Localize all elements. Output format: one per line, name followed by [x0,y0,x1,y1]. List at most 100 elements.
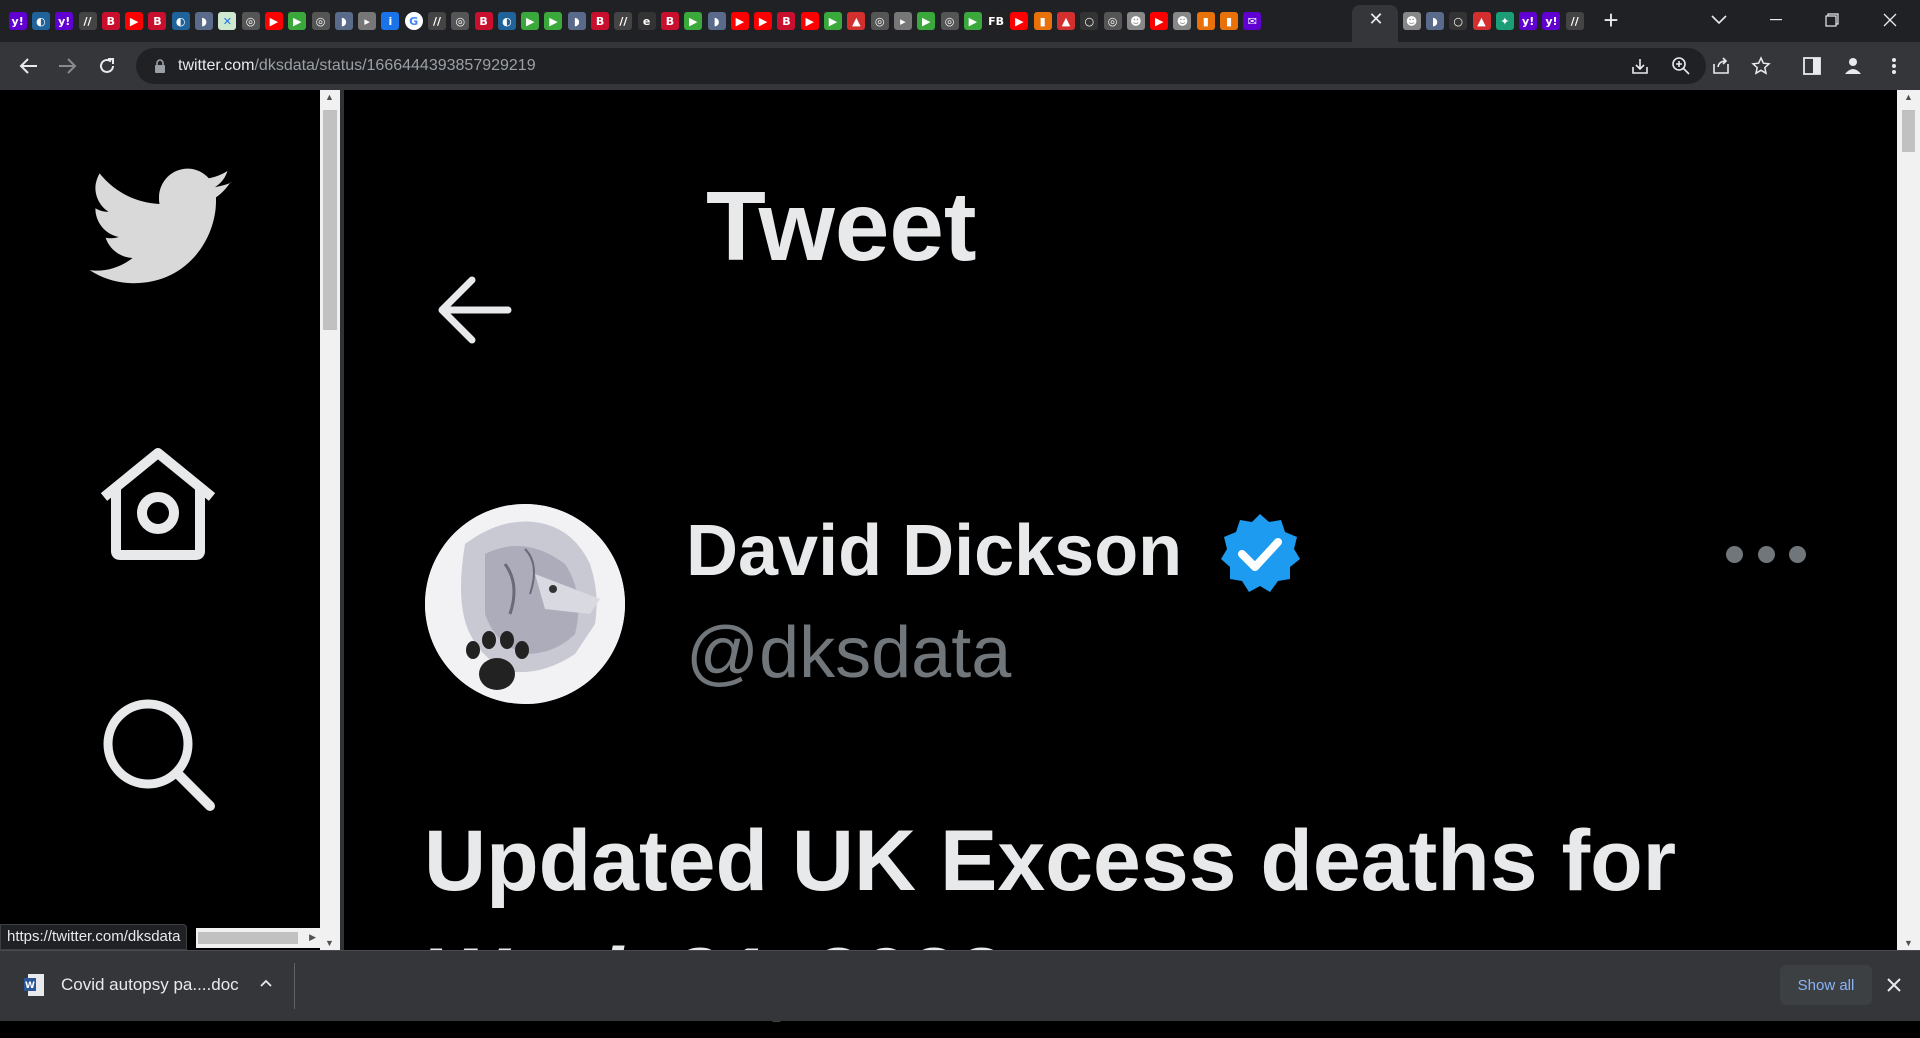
sidebar-scrollbar[interactable]: ▲ ▼ [320,90,340,950]
install-app-icon[interactable] [1626,52,1654,80]
more-options-icon[interactable] [1726,540,1806,568]
browser-tab[interactable]: ▲ [1054,8,1077,34]
browser-tab[interactable]: B [588,8,611,34]
browser-tab[interactable]: FB [984,8,1007,34]
browser-tab[interactable]: ▶ [1008,8,1031,34]
profile-icon[interactable] [1839,52,1867,80]
browser-tab[interactable]: ☻ [1171,8,1194,34]
browser-tab[interactable]: ▶ [262,8,285,34]
tab-search-chevron-icon[interactable] [1707,8,1731,32]
browser-tab[interactable]: y! [6,8,29,34]
lock-icon[interactable] [152,58,168,74]
browser-tab[interactable]: ◎ [449,8,472,34]
forward-button[interactable] [54,52,82,80]
browser-tab[interactable]: B [658,8,681,34]
browser-tab[interactable]: ▶ [122,8,145,34]
zoom-icon[interactable] [1667,52,1695,80]
browser-tab[interactable]: ▮ [1217,8,1240,34]
browser-tab[interactable]: // [425,8,448,34]
url-text[interactable]: twitter.com/dksdata/status/1666444393857… [178,57,536,75]
close-window-button[interactable] [1862,0,1918,40]
browser-tab[interactable]: e [635,8,658,34]
browser-tab[interactable]: ◎ [1101,8,1124,34]
browser-tab[interactable]: ▶ [542,8,565,34]
browser-tab[interactable]: ◎ [938,8,961,34]
browser-tab[interactable]: ☻ [1124,8,1147,34]
browser-tab[interactable]: ▸ [355,8,378,34]
search-icon[interactable] [100,696,216,817]
browser-tab[interactable]: ✦ [1493,8,1516,34]
browser-tab[interactable]: ▶ [821,8,844,34]
page-scrollbar[interactable]: ▲ ▼ [1897,90,1920,950]
browser-tab[interactable]: ▶ [519,8,542,34]
browser-tab[interactable]: ▲ [845,8,868,34]
browser-tab[interactable]: ▮ [1194,8,1217,34]
share-icon[interactable] [1707,52,1735,80]
twitter-bird-logo-icon[interactable] [89,168,234,293]
close-tab-icon[interactable]: ✕ [1365,8,1387,30]
new-tab-button[interactable]: + [1598,5,1624,35]
minimize-button[interactable] [1748,0,1804,40]
avatar[interactable] [425,504,625,704]
download-options-chevron-icon[interactable] [256,973,276,993]
download-filename[interactable]: Covid autopsy pa....doc [61,975,239,995]
browser-tab[interactable]: ◗ [332,8,355,34]
browser-tab[interactable]: ▮ [1031,8,1054,34]
browser-tab[interactable]: // [76,8,99,34]
back-arrow-icon[interactable] [434,270,514,350]
browser-tab[interactable]: y! [53,8,76,34]
browser-tab[interactable]: // [612,8,635,34]
browser-tab[interactable]: ◐ [495,8,518,34]
browser-tab[interactable]: ▶ [915,8,938,34]
browser-tab[interactable]: ▶ [286,8,309,34]
browser-tab[interactable]: ◎ [309,8,332,34]
browser-tab[interactable]: ✕ [216,8,239,34]
word-document-icon[interactable]: W [24,973,46,997]
back-button[interactable] [14,52,42,80]
browser-tab[interactable]: ◗ [192,8,215,34]
browser-tab[interactable]: ☻ [1400,8,1423,34]
favicon-icon: ◗ [334,12,353,30]
browser-tab[interactable]: B [99,8,122,34]
reload-button[interactable] [93,52,121,80]
browser-tab[interactable]: B [472,8,495,34]
browser-menu-icon[interactable] [1880,52,1908,80]
browser-tab[interactable]: ◐ [169,8,192,34]
browser-tab[interactable]: ◎ [239,8,262,34]
restore-button[interactable] [1804,0,1860,40]
browser-tab[interactable]: y! [1516,8,1539,34]
browser-tab[interactable]: ◗ [705,8,728,34]
author-name[interactable]: David Dickson [686,510,1182,592]
browser-tab[interactable]: ◎ [868,8,891,34]
browser-tab[interactable]: ▶ [798,8,821,34]
side-panel-icon[interactable] [1798,52,1826,80]
home-icon[interactable] [96,447,220,566]
browser-tab[interactable]: y! [1540,8,1563,34]
close-download-bar-icon[interactable] [1882,973,1906,997]
browser-tab[interactable]: ◐ [29,8,52,34]
browser-tab[interactable]: ▶ [752,8,775,34]
author-handle[interactable]: @dksdata [686,612,1011,694]
horizontal-scrollbar[interactable]: ▶ [196,928,320,948]
browser-tab[interactable]: ○ [1078,8,1101,34]
browser-tab[interactable]: G [402,8,425,34]
favicon-icon: ○ [1449,12,1468,30]
browser-tab[interactable]: ▶ [961,8,984,34]
browser-tab[interactable]: B [775,8,798,34]
browser-tab[interactable]: ◗ [1423,8,1446,34]
browser-tab[interactable]: ▶ [728,8,751,34]
browser-tab[interactable]: // [1563,8,1586,34]
browser-tab[interactable]: ○ [1447,8,1470,34]
browser-tab[interactable]: ◗ [565,8,588,34]
verified-badge-icon[interactable] [1218,512,1302,596]
browser-tab[interactable]: ▸ [891,8,914,34]
browser-tab[interactable]: ▲ [1470,8,1493,34]
browser-tab[interactable]: ▶ [1148,8,1171,34]
address-bar[interactable]: twitter.com/dksdata/status/1666444393857… [136,48,1771,84]
browser-tab[interactable]: B [146,8,169,34]
browser-tab[interactable]: i [379,8,402,34]
show-all-downloads-button[interactable]: Show all [1780,965,1872,1005]
browser-tab[interactable]: ✉ [1241,8,1264,34]
bookmark-star-icon[interactable] [1747,52,1775,80]
browser-tab[interactable]: ▶ [682,8,705,34]
